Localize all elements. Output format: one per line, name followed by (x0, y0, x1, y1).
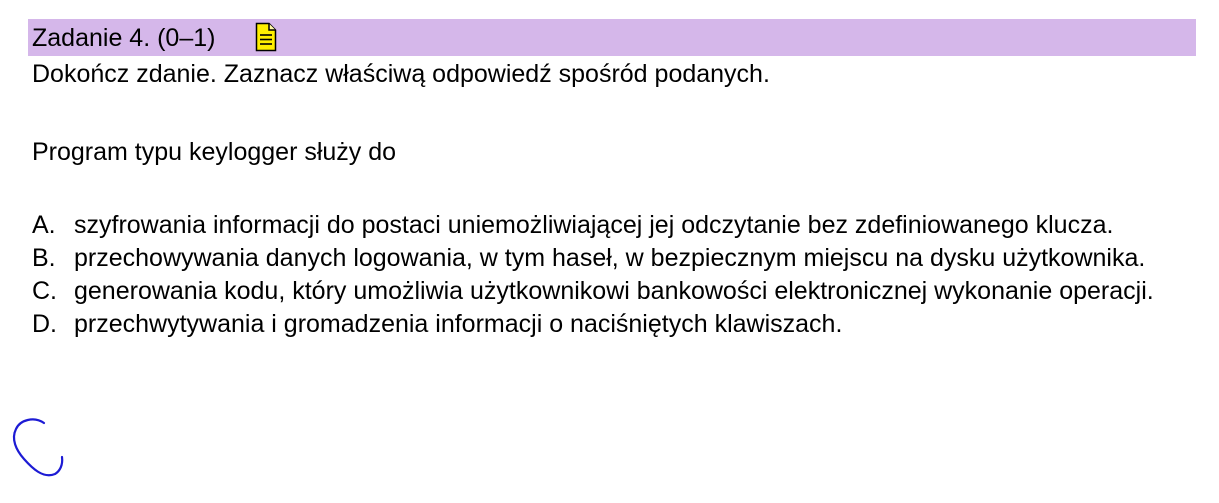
task-header: Zadanie 4. (0–1) (28, 19, 1196, 56)
option-text: przechowywania danych logowania, w tym h… (74, 244, 1146, 272)
option-letter: D. (32, 310, 57, 338)
option-letter: A. (32, 211, 56, 239)
note-icon[interactable] (255, 22, 277, 52)
option-text: szyfrowania informacji do postaci uniemo… (74, 211, 1114, 239)
instruction-text: Dokończ zdanie. Zaznacz właściwą odpowie… (32, 60, 770, 88)
option-text: przechwytywania i gromadzenia informacji… (74, 310, 843, 338)
option-d[interactable]: D. przechwytywania i gromadzenia informa… (32, 308, 1202, 341)
option-letter: B. (32, 244, 56, 272)
task-title: Zadanie 4. (0–1) (32, 24, 216, 52)
option-text: generowania kodu, który umożliwia użytko… (74, 277, 1154, 305)
question-stem: Program typu keylogger służy do (32, 138, 397, 166)
handwritten-circle-stroke (12, 418, 64, 477)
option-a[interactable]: A. szyfrowania informacji do postaci uni… (32, 209, 1202, 242)
option-b[interactable]: B. przechowywania danych logowania, w ty… (32, 242, 1202, 275)
option-c[interactable]: C. generowania kodu, który umożliwia uży… (32, 275, 1202, 308)
answer-options: A. szyfrowania informacji do postaci uni… (32, 209, 1202, 341)
option-letter: C. (32, 277, 57, 305)
